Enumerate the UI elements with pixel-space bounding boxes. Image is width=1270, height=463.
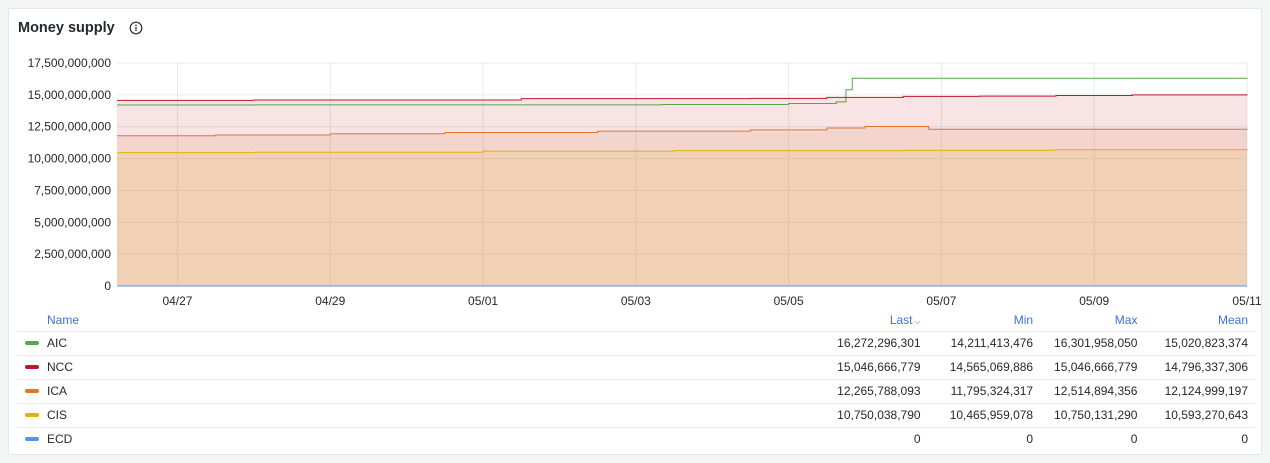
series-name: AIC (47, 336, 68, 350)
legend-name-cell: CIS (17, 403, 816, 428)
y-axis: 0 2,500,000,000 5,000,000,000 7,500,000,000… (28, 56, 112, 293)
x-tick-label: 04/27 (162, 294, 192, 308)
y-tick-label: 0 (104, 279, 111, 293)
legend-header-last[interactable]: Last ⌵ (815, 309, 928, 332)
x-tick-label: 05/09 (1079, 294, 1109, 308)
x-tick-label: 05/07 (926, 294, 956, 308)
legend-header-max[interactable]: Max (1040, 309, 1145, 332)
legend-last: 0 (913, 432, 921, 447)
legend-name-cell: AIC (17, 331, 816, 356)
legend-last: 10,750,038,790 (815, 403, 928, 428)
legend-last: 16,272,296,301 (815, 331, 928, 356)
legend-last: 15,046,666,779 (815, 355, 928, 380)
legend-name-cell: ICA (17, 379, 816, 404)
series-swatch (25, 437, 39, 442)
x-axis: 04/27 04/29 05/01 05/03 05/05 05/07 05/09 05/11 (162, 294, 1261, 308)
legend-row[interactable]: ICA 12,265,788,093 11,795,324,317 12,514… (17, 379, 1255, 404)
x-tick-label: 04/29 (315, 294, 345, 308)
y-tick-label: 5,000,000,000 (34, 215, 111, 229)
series-swatch (25, 364, 39, 369)
legend-max: 16,301,958,050 (1040, 331, 1145, 356)
y-tick-label: 10,000,000,000 (28, 152, 112, 166)
x-tick-label: 05/01 (468, 294, 498, 308)
legend-header-last-label: Last (889, 312, 913, 327)
money-supply-chart[interactable]: 0 2,500,000,000 5,000,000,000 7,500,000,000… (9, 9, 1263, 309)
legend-row[interactable]: AIC 16,272,296,301 14,211,413,476 16,301… (17, 331, 1255, 356)
series-name: ECD (47, 432, 73, 447)
legend-mean: 10,593,270,643 (1144, 403, 1255, 428)
x-tick-label: 05/03 (621, 294, 651, 308)
legend-body: AIC 16,272,296,301 14,211,413,476 16,301… (17, 331, 1255, 451)
legend-min: 11,795,324,317 (927, 379, 1041, 404)
chart-areas (117, 94, 1247, 286)
legend-header-min[interactable]: Min (927, 309, 1041, 332)
legend-max: 10,750,131,290 (1040, 403, 1145, 428)
x-tick-label: 05/05 (774, 294, 804, 308)
legend-row[interactable]: CIS 10,750,038,790 10,465,959,078 10,750… (17, 403, 1255, 428)
y-tick-label: 12,500,000,000 (28, 120, 112, 134)
y-tick-label: 2,500,000,000 (34, 247, 111, 261)
legend-min: 10,465,959,078 (927, 403, 1041, 428)
series-name: NCC (47, 360, 73, 374)
legend-row[interactable]: NCC 15,046,666,779 14,565,069,886 15,046… (17, 355, 1255, 380)
legend-header-name[interactable]: Name (17, 309, 816, 332)
chevron-down-icon: ⌵ (914, 316, 921, 326)
legend-row[interactable]: ECD 0 0 0 0 (17, 427, 1255, 451)
series-name: ICA (47, 384, 68, 398)
series-area-cis (117, 149, 1247, 286)
series-swatch (25, 340, 39, 345)
y-tick-label: 7,500,000,000 (34, 183, 111, 197)
y-tick-label: 17,500,000,000 (28, 56, 112, 70)
series-swatch (25, 388, 39, 393)
series-name: CIS (47, 408, 68, 422)
legend-name-cell: NCC (17, 355, 816, 380)
money-supply-panel: Money supply 0 2,500,000,000 5,000,000,000… (8, 8, 1262, 455)
legend-max: 12,514,894,356 (1040, 379, 1145, 404)
legend-last: 12,265,788,093 (815, 379, 928, 404)
legend-max: 0 (1130, 432, 1138, 447)
series-swatch (25, 412, 39, 417)
legend-min: 0 (1026, 432, 1034, 447)
legend-mean: 14,796,337,306 (1144, 355, 1255, 380)
legend-mean: 0 (1241, 432, 1248, 447)
x-tick-label: 05/11 (1232, 294, 1261, 308)
y-tick-label: 15,000,000,000 (28, 88, 112, 102)
legend-max: 15,046,666,779 (1040, 355, 1145, 380)
legend-header-mean[interactable]: Mean (1144, 309, 1255, 332)
legend-min: 14,565,069,886 (927, 355, 1041, 380)
legend-table: Name Last ⌵ Min Max Mean AIC 16,272,296,3… (17, 309, 1255, 451)
legend-mean: 12,124,999,197 (1144, 379, 1255, 404)
legend-min: 14,211,413,476 (927, 331, 1041, 356)
legend-name-cell: ECD (17, 427, 815, 451)
legend-mean: 15,020,823,374 (1144, 331, 1255, 356)
legend-header-row: Name Last ⌵ Min Max Mean (17, 309, 1255, 332)
